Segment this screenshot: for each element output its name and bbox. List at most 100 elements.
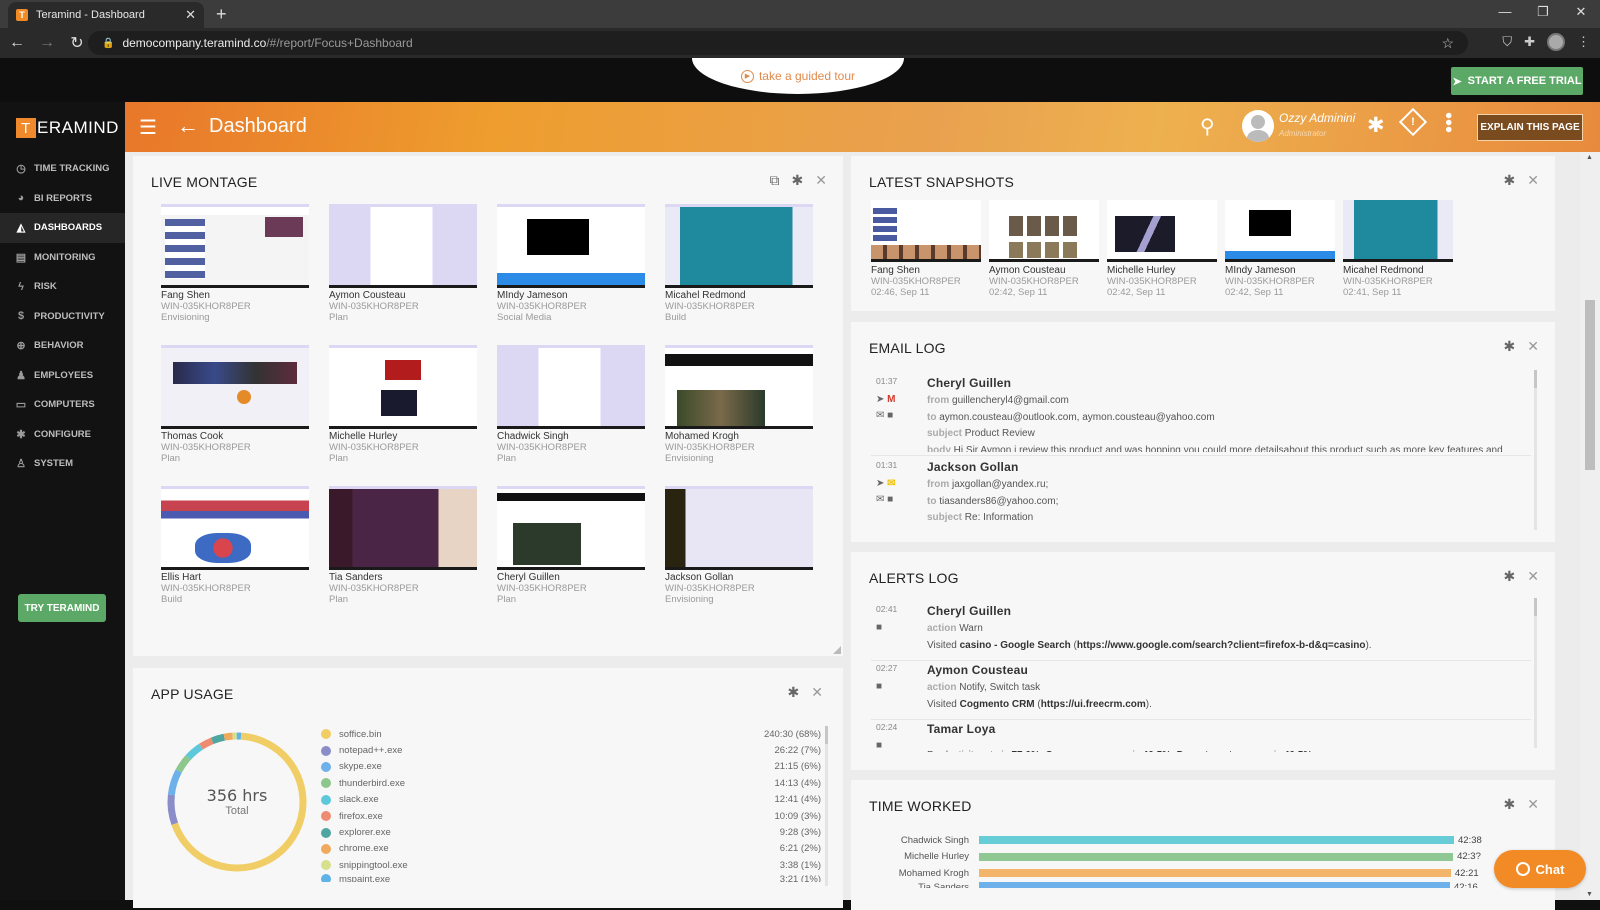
bookmark-star-icon[interactable]: ☆ [1441,35,1454,52]
user-name[interactable]: Ozzy Adminini [1279,111,1355,125]
video-camera-icon[interactable]: ■ [887,494,893,505]
donut-slice-chrome-exe[interactable] [224,736,232,737]
sidebar-item-system[interactable]: ♙SYSTEM [0,449,125,479]
time-worked-bar[interactable] [979,836,1454,844]
employee-name[interactable]: Tia Sanders [871,882,979,888]
legend-item[interactable]: snippingtool.exe3:38 (1%) [321,857,821,873]
explain-this-page-button[interactable]: EXPLAIN THIS PAGE [1477,114,1583,141]
close-tab-icon[interactable]: ✕ [185,7,196,23]
address-bar[interactable]: 🔒 democompany.teramind.co/#/report/Focus… [88,31,1468,55]
more-vertical-icon[interactable]: ••• [1443,112,1453,133]
new-tab-icon[interactable]: + [216,4,227,25]
reload-icon[interactable]: ↻ [64,33,90,53]
panel-gear-icon[interactable]: ✱ [1504,796,1516,813]
sidebar-item-employees[interactable]: ♟EMPLOYEES [0,361,125,391]
sidebar-item-monitoring[interactable]: ▤MONITORING [0,243,125,273]
employee-name[interactable]: Aymon Cousteau [329,290,477,301]
forward-icon[interactable]: → [34,34,60,52]
panel-gear-icon[interactable]: ✱ [1504,172,1516,189]
panel-close-icon[interactable]: ✕ [1527,796,1539,813]
donut-slice-slack-exe[interactable] [188,747,201,758]
screen-thumbnail[interactable] [161,345,309,429]
video-camera-icon[interactable]: ■ [876,622,882,633]
email-log-scrollbar[interactable] [1534,370,1537,530]
panel-close-icon[interactable]: ✕ [1527,172,1539,189]
legend-item[interactable]: notepad++.exe26:22 (7%) [321,742,821,758]
panel-close-icon[interactable]: ✕ [1527,338,1539,355]
legend-item[interactable]: soffice.bin240:30 (68%) [321,726,821,742]
employee-name[interactable]: Jackson Gollan [665,572,813,583]
browser-menu-icon[interactable]: ⋮ [1577,34,1590,50]
employee-name[interactable]: Fang Shen [871,265,981,276]
profile-avatar-icon[interactable] [1547,33,1565,51]
employee-name[interactable]: Aymon Cousteau [989,265,1099,276]
employee-name[interactable]: Cheryl Guillen [927,604,1531,618]
screen-thumbnail[interactable] [665,486,813,570]
sidebar-item-computers[interactable]: ▭COMPUTERS [0,390,125,420]
time-worked-bar[interactable] [979,869,1451,877]
user-avatar[interactable] [1242,110,1274,142]
sidebar-item-risk[interactable]: ϟRISK [0,272,125,302]
screen-thumbnail[interactable] [665,345,813,429]
panel-gear-icon[interactable]: ✱ [1504,568,1516,585]
employee-name[interactable]: Michelle Hurley [871,851,979,862]
page-scrollbar[interactable]: ▲ ▼ [1580,152,1600,900]
donut-slice-explorer-exe[interactable] [212,737,224,741]
sidebar-item-behavior[interactable]: ⊕BEHAVIOR [0,331,125,361]
minimize-icon[interactable]: — [1486,0,1524,28]
employee-name[interactable]: MIndy Jameson [1225,265,1335,276]
snapshot-thumbnail[interactable] [871,200,981,262]
open-external-icon[interactable]: ⧉ [770,172,780,189]
teramind-logo[interactable]: T ERAMIND [16,118,119,138]
sidebar-item-time-tracking[interactable]: ◷TIME TRACKING [0,154,125,184]
employee-name[interactable]: Tia Sanders [329,572,477,583]
legend-scrollbar[interactable] [825,726,828,886]
alerts-log-scrollbar[interactable] [1534,598,1537,748]
employee-name[interactable]: Chadwick Singh [871,835,979,846]
legend-item[interactable]: slack.exe12:41 (4%) [321,792,821,808]
try-teramind-button[interactable]: TRY TERAMIND [18,594,106,622]
envelope-icon[interactable]: ✉ [876,410,887,421]
panel-close-icon[interactable]: ✕ [815,172,827,189]
panel-close-icon[interactable]: ✕ [811,684,823,701]
sidebar-item-bi-reports[interactable]: ◕BI REPORTS [0,184,125,214]
settings-gear-icon[interactable]: ✱ [1367,113,1385,138]
snapshot-thumbnail[interactable] [1107,200,1217,262]
employee-name[interactable]: Cheryl Guillen [497,572,645,583]
employee-name[interactable]: Ellis Hart [161,572,309,583]
employee-name[interactable]: Micahel Redmond [665,290,813,301]
scroll-up-icon[interactable]: ▲ [1586,154,1593,161]
visited-url[interactable]: https://ui.freecrm.com [1041,699,1146,710]
screen-thumbnail[interactable] [161,486,309,570]
video-camera-icon[interactable]: ■ [887,410,893,421]
sidebar-item-configure[interactable]: ✱CONFIGURE [0,420,125,450]
employee-name[interactable]: Chadwick Singh [497,431,645,442]
alert-diamond-icon[interactable]: ! [1399,108,1427,136]
legend-item[interactable]: chrome.exe6:21 (2%) [321,841,821,857]
hamburger-menu-icon[interactable]: ☰ [139,115,157,140]
extensions-puzzle-icon[interactable]: ✚ [1524,34,1535,50]
screen-thumbnail[interactable] [497,345,645,429]
snapshot-thumbnail[interactable] [989,200,1099,262]
screen-thumbnail[interactable] [665,204,813,288]
sender-name[interactable]: Cheryl Guillen [927,376,1531,390]
panel-gear-icon[interactable]: ✱ [788,684,800,701]
screen-thumbnail[interactable] [497,204,645,288]
screen-thumbnail[interactable] [329,204,477,288]
employee-name[interactable]: MIndy Jameson [497,290,645,301]
time-worked-bar[interactable] [979,853,1453,861]
legend-item[interactable]: skype.exe21:15 (6%) [321,759,821,775]
resize-handle[interactable] [833,646,841,654]
snapshot-thumbnail[interactable] [1225,200,1335,262]
time-worked-bar[interactable] [979,882,1450,888]
employee-name[interactable]: Michelle Hurley [329,431,477,442]
visited-url[interactable]: https://www.google.com/search?client=fir… [1077,640,1366,651]
screen-thumbnail[interactable] [329,345,477,429]
panel-close-icon[interactable]: ✕ [1527,568,1539,585]
employee-name[interactable]: Mohamed Krogh [871,868,979,879]
video-camera-icon[interactable]: ■ [876,740,882,751]
ublock-shield-icon[interactable]: ⛉ [1502,34,1512,50]
envelope-icon[interactable]: ✉ [876,494,887,505]
employee-name[interactable]: Micahel Redmond [1343,265,1453,276]
sidebar-item-dashboards[interactable]: ◭DASHBOARDS [0,213,125,243]
